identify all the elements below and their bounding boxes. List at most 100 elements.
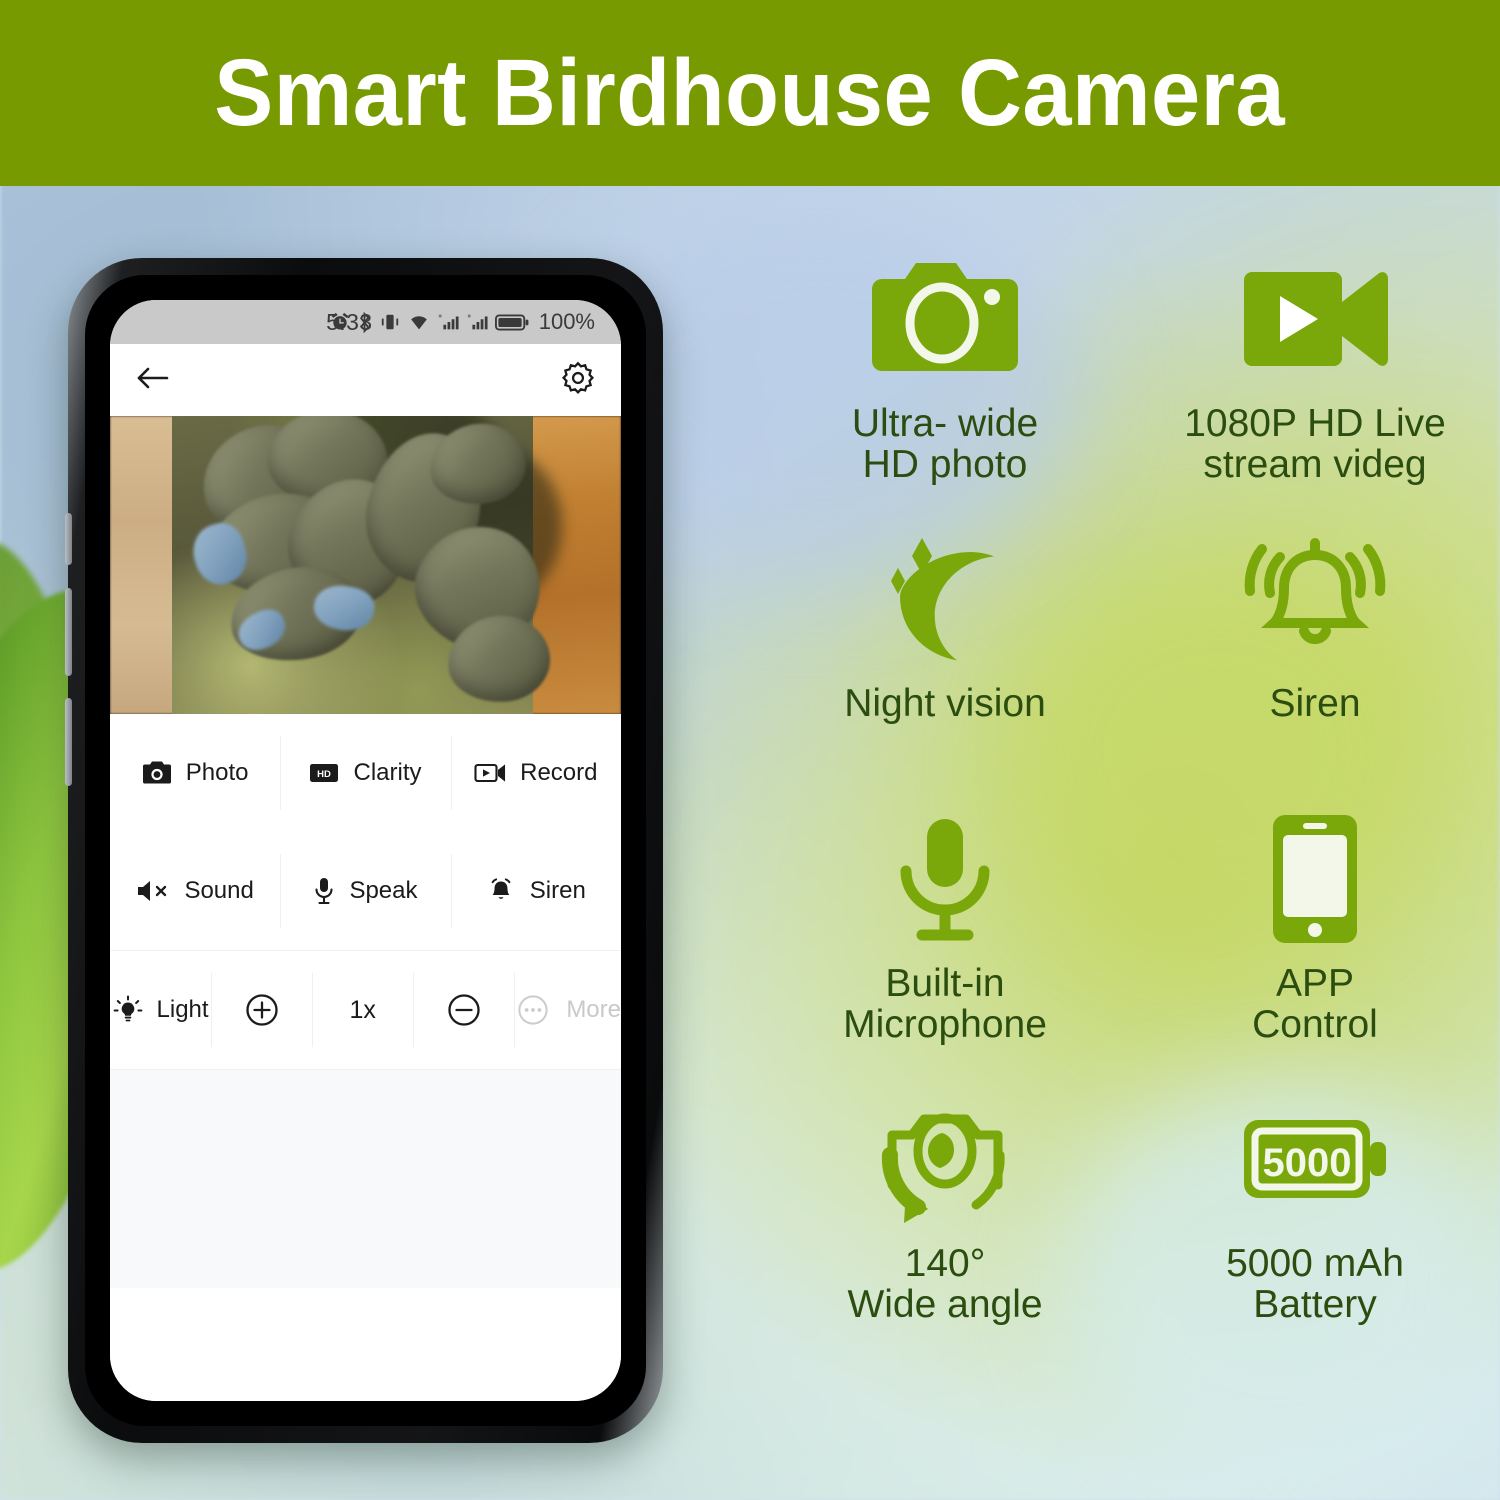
- feature-5000mah-battery: 5000 5000 mAh Battery: [1130, 1090, 1500, 1370]
- feature-siren: Siren: [1130, 530, 1500, 810]
- feature-grid: Ultra- wide HD photo 1080P HD Live strea…: [760, 250, 1500, 1370]
- feature-1080p-live-stream: 1080P HD Live stream videg: [1130, 250, 1500, 530]
- control-siren-button[interactable]: Siren: [450, 832, 621, 950]
- video-record-icon: [474, 761, 506, 785]
- control-label: Light: [156, 996, 209, 1023]
- control-photo-button[interactable]: Photo: [110, 714, 280, 832]
- control-sound-button[interactable]: Sound: [110, 832, 280, 950]
- feature-label: APP Control: [1252, 962, 1378, 1046]
- feature-night-vision: Night vision: [760, 530, 1130, 810]
- feature-line-1: Ultra- wide: [851, 402, 1039, 445]
- microphone-icon: [313, 876, 335, 906]
- feature-140-wide-angle: 140° Wide angle: [760, 1090, 1130, 1370]
- feature-line-1: Night vision: [844, 682, 1046, 725]
- control-label: Clarity: [353, 759, 422, 786]
- birdhouse-wood-left: [110, 416, 176, 714]
- battery-icon: [494, 313, 529, 332]
- feature-label: 140° Wide angle: [847, 1242, 1043, 1326]
- product-infographic: Smart Birdhouse Camera 5:33 100% Photo H…: [0, 0, 1500, 1500]
- feature-line-1: Built-in: [885, 962, 1005, 1005]
- zoom-in-button[interactable]: [211, 951, 312, 1069]
- plus-circle-icon: [242, 990, 282, 1030]
- feature-line-2: Control: [1252, 1002, 1378, 1046]
- phone-mockup: 5:33 100% Photo HD Clarity Record Sound …: [65, 258, 663, 1443]
- smartphone-icon: [1269, 810, 1361, 948]
- blank-area: [110, 1288, 621, 1401]
- title-banner: Smart Birdhouse Camera: [0, 0, 1500, 186]
- app-bar: [110, 344, 621, 416]
- status-bar-time: 5:33: [326, 308, 373, 335]
- zoom-level-value: 1x: [312, 951, 413, 1069]
- speaker-mute-icon: [136, 878, 170, 904]
- phone-volume-down-button: [65, 698, 72, 786]
- signal-icon: [466, 312, 488, 332]
- svg-text:HD: HD: [318, 769, 332, 780]
- nest-area: [172, 416, 562, 714]
- photo-camera-icon: [870, 250, 1020, 388]
- feature-line-2: stream videg: [1203, 442, 1427, 486]
- control-label: Photo: [185, 759, 249, 786]
- feature-line-1: APP: [1275, 962, 1355, 1005]
- minus-circle-icon: [444, 990, 484, 1030]
- battery-capacity-text: 5000: [1263, 1141, 1352, 1185]
- wifi-icon: [408, 312, 430, 332]
- feature-line-2: Battery: [1253, 1282, 1377, 1326]
- bell-ring-icon: [486, 876, 516, 906]
- feature-label: Siren: [1269, 682, 1361, 725]
- feature-line-1: 140°: [904, 1242, 986, 1285]
- feature-label: Ultra- wide HD photo: [851, 402, 1039, 486]
- feature-built-in-microphone: Built-in Microphone: [760, 810, 1130, 1090]
- control-light-button[interactable]: Light: [110, 951, 211, 1069]
- microphone-icon: [890, 810, 1000, 948]
- control-clarity-button[interactable]: HD Clarity: [280, 714, 450, 832]
- phone-mute-switch: [65, 513, 72, 565]
- wide-angle-icon: [870, 1090, 1020, 1228]
- feature-app-control: APP Control: [1130, 810, 1500, 1090]
- moon-star-icon: [878, 530, 1013, 668]
- control-record-button[interactable]: Record: [450, 714, 621, 832]
- live-video-feed[interactable]: [110, 416, 621, 714]
- control-label: Sound: [184, 877, 254, 904]
- feature-label: Built-in Microphone: [843, 962, 1047, 1046]
- content-placeholder-panel: [110, 1070, 621, 1288]
- status-bar: 5:33 100%: [110, 300, 621, 344]
- back-arrow-icon[interactable]: [134, 361, 172, 400]
- control-label: Speak: [349, 877, 418, 904]
- control-row-2: Sound Speak Siren: [110, 832, 621, 950]
- phone-volume-up-button: [65, 588, 72, 676]
- more-label: More: [566, 996, 621, 1023]
- signal-icon: [437, 312, 459, 332]
- vibrate-icon: [379, 312, 401, 332]
- control-row-1: Photo HD Clarity Record: [110, 714, 621, 832]
- page-title: Smart Birdhouse Camera: [214, 39, 1286, 146]
- feature-line-1: 5000 mAh: [1226, 1242, 1404, 1285]
- control-row-3: Light 1x More: [110, 951, 621, 1069]
- hd-badge-icon: HD: [309, 761, 339, 785]
- feature-line-2: Microphone: [843, 1002, 1047, 1046]
- phone-bezel: 5:33 100% Photo HD Clarity Record Sound …: [85, 275, 646, 1426]
- more-button[interactable]: More: [514, 951, 621, 1069]
- feature-line-1: 1080P HD Live: [1184, 402, 1446, 445]
- battery-percent-label: 100%: [538, 309, 595, 334]
- zoom-level-label: 1x: [349, 995, 376, 1024]
- feature-line-1: Siren: [1269, 682, 1361, 725]
- phone-screen: 5:33 100% Photo HD Clarity Record Sound …: [110, 300, 621, 1401]
- zoom-out-button[interactable]: [413, 951, 514, 1069]
- ellipsis-circle-icon: [514, 991, 552, 1029]
- control-label: Record: [520, 759, 598, 786]
- camera-controls: Photo HD Clarity Record Sound Speak Sire…: [110, 714, 621, 1070]
- feature-label: Night vision: [844, 682, 1046, 725]
- feature-label: 1080P HD Live stream videg: [1184, 402, 1446, 486]
- control-label: Siren: [529, 877, 586, 904]
- lightbulb-icon: [113, 995, 143, 1025]
- gear-icon[interactable]: [559, 359, 597, 402]
- feature-label: 5000 mAh Battery: [1226, 1242, 1404, 1326]
- control-speak-button[interactable]: Speak: [280, 832, 450, 950]
- siren-bell-icon: [1240, 530, 1390, 668]
- feature-line-2: HD photo: [862, 442, 1028, 486]
- feature-line-2: Wide angle: [847, 1282, 1043, 1326]
- feature-ultra-wide-hd-photo: Ultra- wide HD photo: [760, 250, 1130, 530]
- battery-5000-icon: 5000: [1240, 1090, 1390, 1228]
- video-camera-icon: [1240, 250, 1390, 388]
- camera-icon: [142, 760, 172, 786]
